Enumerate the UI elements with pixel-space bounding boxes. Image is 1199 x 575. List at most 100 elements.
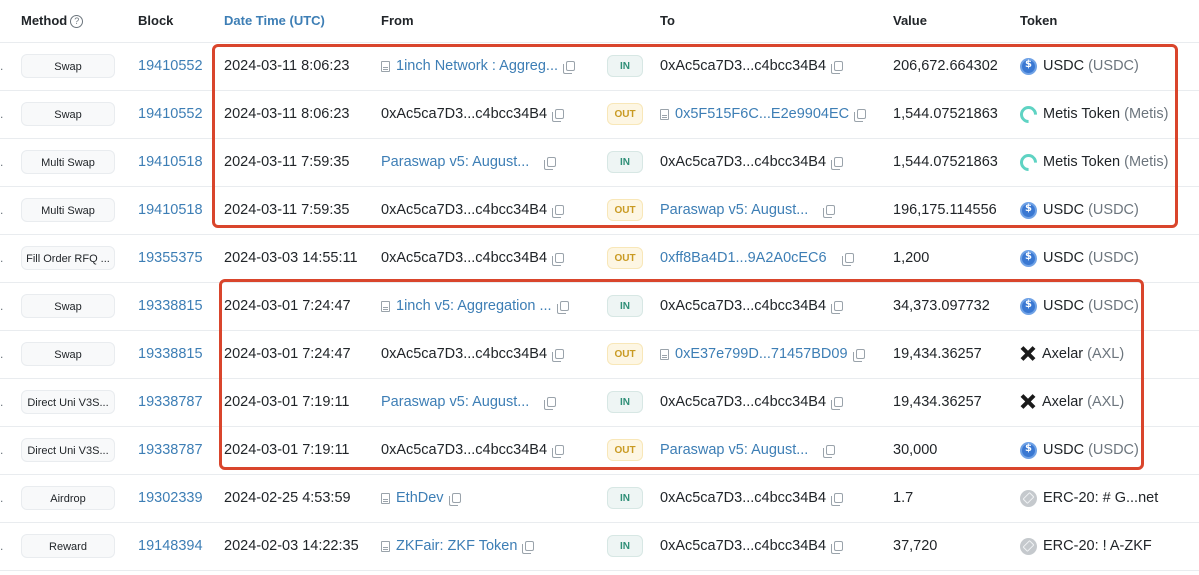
direction-badge: OUT bbox=[607, 247, 643, 269]
method-cell: Direct Uni V3S... bbox=[21, 426, 115, 474]
block-link[interactable]: 19302339 bbox=[138, 474, 203, 522]
method-badge[interactable]: Swap bbox=[21, 294, 115, 318]
block-link[interactable]: 19410518 bbox=[138, 138, 203, 186]
token-cell[interactable]: USDC(USDC) bbox=[1020, 426, 1139, 474]
token-name[interactable]: ERC-20: ! A-ZKF bbox=[1043, 538, 1152, 554]
token-cell[interactable]: USDC(USDC) bbox=[1020, 234, 1139, 282]
from-address[interactable]: 1inch v5: Aggregation ... bbox=[396, 298, 552, 314]
token-cell[interactable]: ERC-20: # G...net bbox=[1020, 474, 1158, 522]
from-address[interactable]: Paraswap v5: August... bbox=[381, 154, 529, 170]
token-cell[interactable]: Metis Token (Metis) bbox=[1016, 90, 1168, 138]
copy-icon[interactable] bbox=[552, 205, 565, 218]
token-symbol: (USDC) bbox=[1088, 442, 1139, 458]
copy-icon[interactable] bbox=[552, 349, 565, 362]
table-row: . Direct Uni V3S... 19338787 2024-03-01 7:1… bbox=[0, 378, 1199, 427]
copy-icon[interactable] bbox=[522, 541, 535, 554]
method-cell: Fill Order RFQ ... bbox=[21, 234, 115, 282]
token-name[interactable]: Metis Token bbox=[1043, 106, 1120, 122]
token-cell[interactable]: Metis Token (Metis) bbox=[1016, 138, 1168, 186]
token-name[interactable]: USDC bbox=[1043, 58, 1084, 74]
from-address[interactable]: ZKFair: ZKF Token bbox=[396, 538, 517, 554]
token-cell[interactable]: USDC(USDC) bbox=[1020, 186, 1139, 234]
token-name[interactable]: Metis Token bbox=[1043, 154, 1120, 170]
copy-icon[interactable] bbox=[852, 349, 865, 362]
token-symbol: (USDC) bbox=[1088, 298, 1139, 314]
token-cell[interactable]: Axelar (AXL) bbox=[1020, 378, 1124, 426]
datetime-value: 2024-03-11 8:06:23 bbox=[224, 58, 350, 74]
copy-icon[interactable] bbox=[831, 493, 844, 506]
block-link[interactable]: 19338815 bbox=[138, 282, 203, 330]
datetime-value: 2024-02-03 14:22:35 bbox=[224, 538, 359, 554]
method-badge[interactable]: Fill Order RFQ ... bbox=[21, 246, 115, 270]
copy-icon[interactable] bbox=[831, 301, 844, 314]
copy-icon[interactable] bbox=[841, 253, 854, 266]
method-badge[interactable]: Swap bbox=[21, 342, 115, 366]
method-badge[interactable]: Reward bbox=[21, 534, 115, 558]
block-link[interactable]: 19338787 bbox=[138, 378, 203, 426]
from-cell: 0xAc5ca7D3...c4bcc34B4 bbox=[381, 90, 565, 138]
token-name[interactable]: ERC-20: # G...net bbox=[1043, 490, 1158, 506]
copy-icon[interactable] bbox=[831, 61, 844, 74]
copy-icon[interactable] bbox=[823, 205, 836, 218]
copy-icon[interactable] bbox=[831, 541, 844, 554]
token-name[interactable]: USDC bbox=[1043, 442, 1084, 458]
to-address: 0xAc5ca7D3...c4bcc34B4 bbox=[660, 394, 827, 410]
to-address[interactable]: Paraswap v5: August... bbox=[660, 202, 808, 218]
token-name[interactable]: USDC bbox=[1043, 250, 1084, 266]
copy-icon[interactable] bbox=[831, 397, 844, 410]
usdc-icon bbox=[1020, 441, 1037, 459]
copy-icon[interactable] bbox=[544, 157, 557, 170]
method-badge[interactable]: Multi Swap bbox=[21, 150, 115, 174]
token-cell[interactable]: ERC-20: ! A-ZKF bbox=[1020, 522, 1152, 570]
copy-icon[interactable] bbox=[552, 109, 565, 122]
block-link[interactable]: 19355375 bbox=[138, 234, 203, 282]
row-overflow-indicator: . bbox=[0, 347, 4, 361]
method-badge[interactable]: Direct Uni V3S... bbox=[21, 438, 115, 462]
token-name[interactable]: Axelar bbox=[1042, 394, 1083, 410]
method-badge[interactable]: Direct Uni V3S... bbox=[21, 390, 115, 414]
to-address[interactable]: 0xE37e799D...71457BD09 bbox=[675, 346, 848, 362]
token-cell[interactable]: USDC(USDC) bbox=[1020, 282, 1139, 330]
method-cell: Swap bbox=[21, 42, 115, 90]
direction-cell: OUT bbox=[607, 90, 643, 138]
erc20-icon bbox=[1020, 537, 1037, 555]
token-name[interactable]: Axelar bbox=[1042, 346, 1083, 362]
from-address[interactable]: EthDev bbox=[396, 490, 444, 506]
method-badge[interactable]: Multi Swap bbox=[21, 198, 115, 222]
value-amount: 1,544.07521863 bbox=[893, 106, 998, 122]
token-cell[interactable]: Axelar (AXL) bbox=[1020, 330, 1124, 378]
block-link[interactable]: 19338815 bbox=[138, 330, 203, 378]
to-address[interactable]: Paraswap v5: August... bbox=[660, 442, 808, 458]
direction-badge: IN bbox=[607, 535, 643, 557]
to-address: 0xAc5ca7D3...c4bcc34B4 bbox=[660, 58, 827, 74]
method-cell: Swap bbox=[21, 90, 115, 138]
block-link[interactable]: 19338787 bbox=[138, 426, 203, 474]
to-address[interactable]: 0x5F515F6C...E2e9904EC bbox=[675, 106, 849, 122]
block-link[interactable]: 19410552 bbox=[138, 42, 203, 90]
copy-icon[interactable] bbox=[563, 61, 575, 74]
help-icon[interactable]: ? bbox=[70, 15, 84, 28]
method-badge[interactable]: Swap bbox=[21, 54, 115, 78]
method-cell: Multi Swap bbox=[21, 138, 115, 186]
row-overflow-indicator: . bbox=[0, 59, 4, 73]
token-name[interactable]: USDC bbox=[1043, 298, 1084, 314]
to-address[interactable]: 0xff8Ba4D1...9A2A0cEC6 bbox=[660, 250, 827, 266]
block-link[interactable]: 19148394 bbox=[138, 522, 203, 570]
token-name[interactable]: USDC bbox=[1043, 202, 1084, 218]
copy-icon[interactable] bbox=[552, 445, 565, 458]
from-address[interactable]: Paraswap v5: August... bbox=[381, 394, 529, 410]
method-badge[interactable]: Airdrop bbox=[21, 486, 115, 510]
copy-icon[interactable] bbox=[544, 397, 557, 410]
copy-icon[interactable] bbox=[552, 253, 565, 266]
method-badge[interactable]: Swap bbox=[21, 102, 115, 126]
from-address[interactable]: 1inch Network : Aggreg... bbox=[396, 58, 558, 74]
copy-icon[interactable] bbox=[448, 493, 461, 506]
token-cell[interactable]: USDC(USDC) bbox=[1020, 42, 1139, 90]
block-link[interactable]: 19410518 bbox=[138, 186, 203, 234]
block-link[interactable]: 19410552 bbox=[138, 90, 203, 138]
copy-icon[interactable] bbox=[831, 157, 844, 170]
copy-icon[interactable] bbox=[556, 301, 569, 314]
copy-icon[interactable] bbox=[823, 445, 836, 458]
column-header-datetime[interactable]: Date Time (UTC) bbox=[224, 13, 325, 28]
copy-icon[interactable] bbox=[854, 109, 867, 122]
